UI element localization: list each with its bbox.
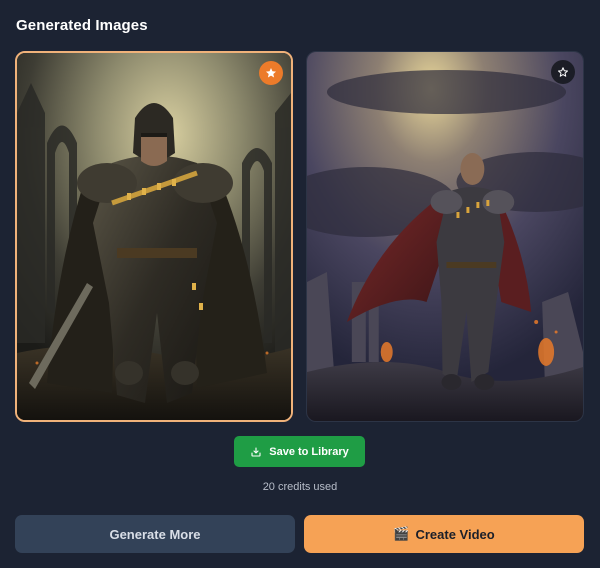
favorite-toggle-1[interactable] xyxy=(259,61,283,85)
create-video-button[interactable]: 🎬 Create Video xyxy=(304,515,584,553)
star-filled-icon xyxy=(266,68,276,78)
save-button-label: Save to Library xyxy=(269,445,349,458)
generated-image-2[interactable] xyxy=(307,52,583,421)
generated-image-1[interactable] xyxy=(17,53,291,420)
section-title: Generated Images xyxy=(16,17,148,34)
clapperboard-icon: 🎬 xyxy=(393,526,410,541)
generated-image-card-2[interactable] xyxy=(306,51,584,422)
generate-more-label: Generate More xyxy=(109,526,201,542)
generated-image-card-1[interactable] xyxy=(15,51,293,422)
download-tray-icon xyxy=(251,446,261,457)
generated-images-panel: Generated Images Save to Library 20 cred… xyxy=(0,0,600,568)
star-outline-icon xyxy=(558,67,568,77)
create-video-label: Create Video xyxy=(415,526,495,542)
save-to-library-button[interactable]: Save to Library xyxy=(234,436,365,467)
credits-used-text: 20 credits used xyxy=(262,481,338,493)
favorite-toggle-2[interactable] xyxy=(551,60,575,84)
generate-more-button[interactable]: Generate More xyxy=(15,515,295,553)
